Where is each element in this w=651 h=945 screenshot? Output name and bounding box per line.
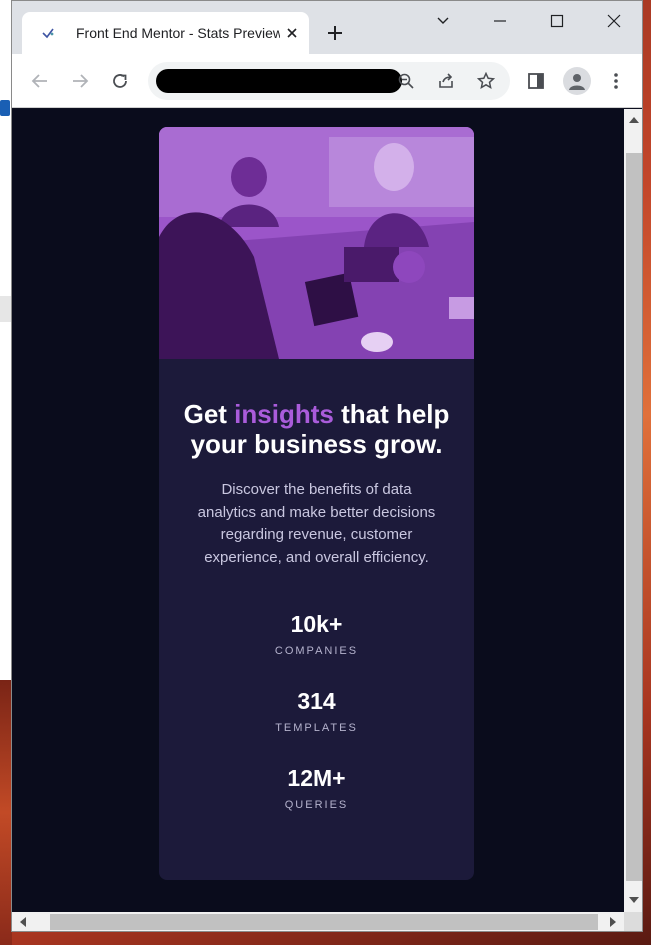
star-icon[interactable] — [474, 69, 498, 93]
favicon-icon — [40, 25, 56, 41]
stat-queries: 12M+ QUERIES — [159, 765, 474, 812]
stat-templates: 314 TEMPLATES — [159, 688, 474, 735]
minimize-button[interactable] — [488, 9, 512, 33]
page-viewport: Get insights that help your business gro… — [12, 109, 624, 912]
stat-value: 12M+ — [287, 765, 346, 791]
browser-tab[interactable]: Front End Mentor - Stats Preview — [22, 12, 309, 54]
headline-accent: insights — [234, 399, 334, 429]
browser-window: Front End Mentor - Stats Preview Get ins… — [11, 0, 643, 932]
forward-button[interactable] — [68, 69, 92, 93]
arrow-left-icon — [31, 74, 47, 88]
scroll-up-icon[interactable] — [629, 117, 639, 123]
scrollbar-corner — [624, 912, 642, 931]
stat-label: QUERIES — [284, 799, 349, 811]
maximize-button[interactable] — [545, 9, 569, 33]
description: Discover the benefits of data analytics … — [197, 481, 436, 566]
headline-before: Get — [183, 399, 235, 429]
tab-search-icon[interactable] — [431, 9, 455, 33]
scroll-down-icon[interactable] — [629, 897, 639, 903]
close-window-button[interactable] — [602, 9, 626, 33]
tab-title: Front End Mentor - Stats Preview — [76, 25, 280, 41]
horizontal-scroll-thumb[interactable] — [50, 914, 598, 930]
headline: Get insights that help your business gro… — [159, 399, 474, 459]
profile-icon[interactable] — [563, 67, 591, 95]
horizontal-scrollbar[interactable] — [12, 912, 624, 931]
desktop-app-icon — [0, 100, 10, 116]
stat-value: 10k+ — [290, 611, 343, 637]
browser-toolbar — [12, 54, 642, 108]
scroll-left-icon[interactable] — [20, 917, 26, 927]
title-bar: Front End Mentor - Stats Preview — [12, 1, 642, 54]
stats-preview-card: Get insights that help your business gro… — [159, 127, 474, 880]
stats-list: 10k+ COMPANIES 314 TEMPLATES 12M+ QUERIE… — [159, 611, 474, 812]
new-tab-button[interactable] — [323, 21, 347, 45]
zoom-icon[interactable] — [394, 69, 418, 93]
kebab-menu-icon[interactable] — [604, 69, 628, 93]
tab-close-icon[interactable] — [283, 24, 301, 42]
vertical-scrollbar[interactable] — [624, 109, 642, 912]
stat-companies: 10k+ COMPANIES — [159, 611, 474, 658]
scroll-right-icon[interactable] — [610, 917, 616, 927]
stat-label: COMPANIES — [274, 645, 359, 657]
share-icon[interactable] — [434, 69, 458, 93]
reload-icon — [113, 74, 127, 88]
office-team-image — [159, 127, 474, 359]
back-button[interactable] — [28, 69, 52, 93]
card-content: Get insights that help your business gro… — [159, 359, 474, 842]
vertical-scroll-thumb[interactable] — [626, 153, 642, 881]
address-bar[interactable] — [148, 62, 510, 100]
side-panel-icon[interactable] — [524, 69, 548, 93]
stat-label: TEMPLATES — [275, 722, 358, 734]
redacted-url — [156, 69, 402, 93]
reload-button[interactable] — [108, 69, 132, 93]
stat-value: 314 — [297, 688, 336, 714]
arrow-right-icon — [73, 74, 89, 88]
